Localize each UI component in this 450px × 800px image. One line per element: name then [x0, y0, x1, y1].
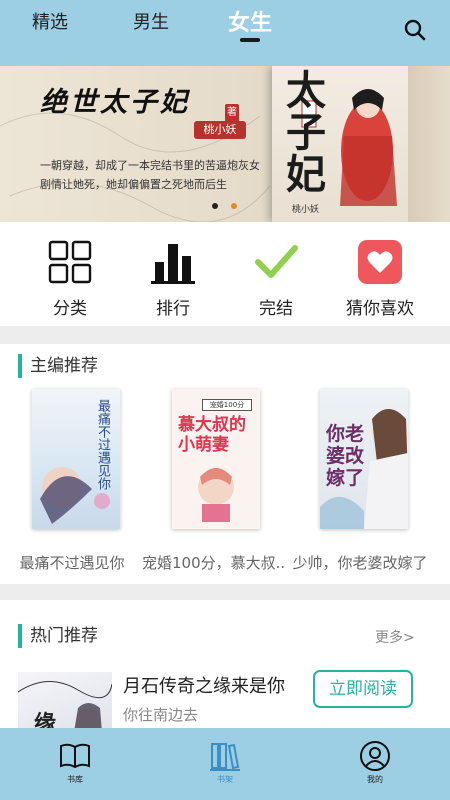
banner-title: 绝世太子妃 [40, 87, 190, 118]
top-tab-bar: 精选 男生 女生 [0, 0, 450, 66]
book-card[interactable]: 宠婚100分 慕大叔的小萌妻 宠婚100分，慕大叔.. [142, 389, 285, 579]
nav-library-label: 书库 [67, 775, 83, 784]
banner-seal: 著 [225, 104, 239, 122]
book-title: 少帅，你老婆改嫁了 [292, 554, 428, 572]
hot-book-cover[interactable]: 缘 [18, 672, 112, 728]
book-cover-title: 最痛不过遇见你 [95, 399, 110, 490]
book-cover-title: 慕大叔的小萌妻 [178, 415, 246, 455]
quick-menu: 分类 排行 完结 猜你喜欢 [0, 222, 450, 326]
menu-recommend[interactable]: 猜你喜欢 [330, 236, 430, 319]
hot-section: 热门推荐 更多> 缘 月石传奇之缘来是你 你往南边去 立即阅读 [0, 600, 450, 728]
checkmark-icon [255, 245, 298, 278]
search-icon[interactable] [402, 17, 428, 43]
pagination-dot-active[interactable] [212, 203, 218, 209]
pagination-dot[interactable] [231, 203, 237, 209]
book-cover: 最痛不过遇见你 [32, 389, 120, 529]
nav-profile[interactable]: 我的 [345, 740, 405, 796]
banner-cover-spine [408, 66, 450, 222]
section-accent-bar [18, 354, 22, 378]
hot-book-author: 你往南边去 [123, 706, 199, 724]
heart-icon [358, 240, 402, 284]
book-title: 最痛不过遇见你 [19, 554, 125, 572]
section-title: 热门推荐 [30, 626, 98, 646]
menu-ranking-label: 排行 [156, 299, 190, 319]
bar-chart-icon [151, 244, 195, 284]
nav-library[interactable]: 书库 [45, 740, 105, 796]
book-cover-badge: 宠婚100分 [202, 399, 252, 411]
grid-icon [48, 240, 92, 284]
menu-recommend-label: 猜你喜欢 [346, 299, 414, 319]
tab-female[interactable]: 女生 [228, 5, 272, 37]
menu-completed-label: 完结 [259, 299, 293, 319]
nav-profile-label: 我的 [367, 775, 383, 784]
section-title: 主编推荐 [30, 356, 98, 376]
menu-ranking[interactable]: 排行 [123, 236, 223, 319]
tab-male[interactable]: 男生 [133, 8, 169, 34]
book-icon [60, 743, 90, 769]
hot-book-title[interactable]: 月石传奇之缘来是你 [123, 672, 285, 698]
nav-bookshelf-label: 书架 [217, 775, 233, 784]
read-now-button[interactable]: 立即阅读 [313, 670, 413, 708]
book-card[interactable]: 你老婆改嫁了 少帅，你老婆改嫁了 [292, 389, 428, 579]
promo-banner[interactable]: 绝世太子妃 著 桃小妖 一朝穿越，却成了一本完结书里的苦逼炮灰女剧情让她死，她却… [0, 66, 450, 222]
banner-cover-author: 桃小妖 [292, 205, 320, 215]
editor-picks-section: 主编推荐 最痛不过遇见你 最痛不过遇见你 宠婚100分 慕大叔的小萌妻 宠婚10… [0, 344, 450, 584]
tab-featured[interactable]: 精选 [32, 8, 68, 34]
more-link[interactable]: 更多> [375, 627, 415, 647]
bottom-nav: 书库 书架 我的 [0, 728, 450, 800]
book-cover: 你老婆改嫁了 [320, 389, 408, 529]
book-title: 宠婚100分，慕大叔.. [142, 554, 286, 572]
active-tab-indicator [240, 38, 260, 42]
banner-author: 桃小妖 [194, 121, 246, 139]
bookshelf-icon [210, 743, 240, 771]
nav-bookshelf[interactable]: 书架 [195, 740, 255, 796]
book-cover-title: 你老婆改嫁了 [326, 423, 365, 489]
menu-category-label: 分类 [53, 299, 87, 319]
banner-book-cover: 太子妃 桃小妖 [272, 66, 408, 222]
hot-cover-title: 缘 [34, 711, 57, 728]
book-card[interactable]: 最痛不过遇见你 最痛不过遇见你 [10, 389, 130, 579]
menu-category[interactable]: 分类 [20, 236, 120, 319]
banner-description: 一朝穿越，却成了一本完结书里的苦逼炮灰女剧情让她死，她却偏偏置之死地而后生 [40, 159, 260, 191]
menu-completed[interactable]: 完结 [226, 236, 326, 319]
banner-cover-title: 太子妃 [286, 67, 326, 198]
section-accent-bar [18, 624, 22, 648]
user-icon [360, 741, 390, 771]
book-cover: 宠婚100分 慕大叔的小萌妻 [172, 389, 260, 529]
